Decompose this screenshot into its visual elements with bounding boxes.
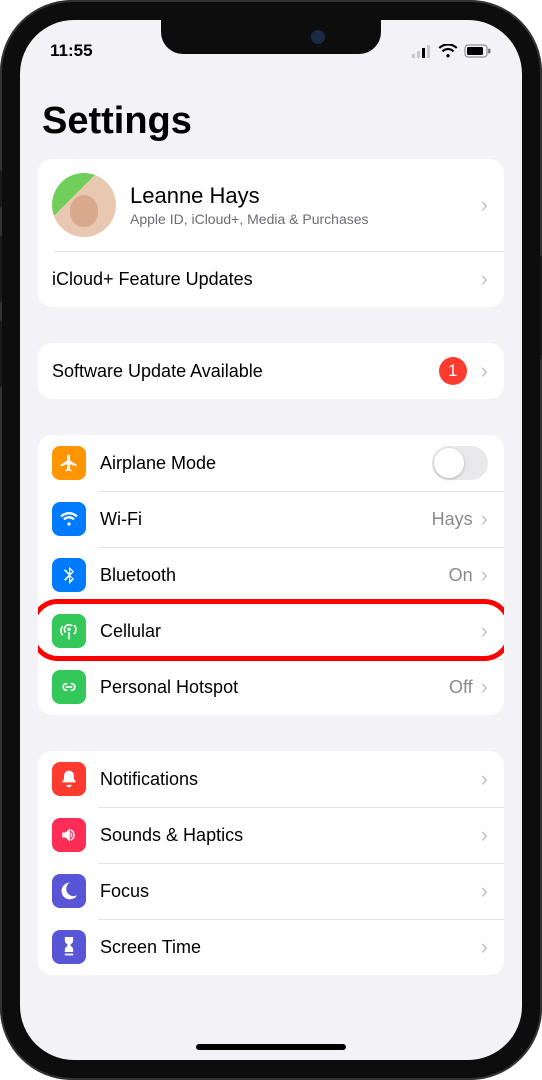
- hotspot-value: Off: [449, 677, 473, 698]
- chevron-right-icon: ›: [481, 674, 488, 700]
- chevron-right-icon: ›: [481, 822, 488, 848]
- wifi-row[interactable]: Wi-Fi Hays ›: [38, 491, 504, 547]
- profile-subtitle: Apple ID, iCloud+, Media & Purchases: [130, 211, 481, 227]
- bluetooth-icon: [52, 558, 86, 592]
- screen-time-row[interactable]: Screen Time ›: [38, 919, 504, 975]
- chevron-right-icon: ›: [481, 562, 488, 588]
- personal-hotspot-row[interactable]: Personal Hotspot Off ›: [38, 659, 504, 715]
- profile-group: Leanne Hays Apple ID, iCloud+, Media & P…: [38, 159, 504, 307]
- software-update-row[interactable]: Software Update Available 1 ›: [38, 343, 504, 399]
- apple-id-row[interactable]: Leanne Hays Apple ID, iCloud+, Media & P…: [38, 159, 504, 251]
- wifi-label: Wi-Fi: [100, 509, 432, 530]
- airplane-icon: [52, 446, 86, 480]
- icloud-feature-updates-row[interactable]: iCloud+ Feature Updates ›: [38, 251, 504, 307]
- device-notch: [161, 20, 381, 54]
- notifications-row[interactable]: Notifications ›: [38, 751, 504, 807]
- cellular-icon: [52, 614, 86, 648]
- chevron-right-icon: ›: [481, 934, 488, 960]
- focus-label: Focus: [100, 881, 481, 902]
- airplane-mode-row[interactable]: Airplane Mode: [38, 435, 504, 491]
- airplane-toggle[interactable]: [432, 446, 488, 480]
- bluetooth-row[interactable]: Bluetooth On ›: [38, 547, 504, 603]
- avatar: [52, 173, 116, 237]
- battery-icon: [464, 44, 492, 58]
- status-time: 11:55: [50, 41, 93, 61]
- cellular-label: Cellular: [100, 621, 481, 642]
- focus-row[interactable]: Focus ›: [38, 863, 504, 919]
- chevron-right-icon: ›: [481, 192, 488, 218]
- hotspot-label: Personal Hotspot: [100, 677, 449, 698]
- wifi-icon: [52, 502, 86, 536]
- general-group: Notifications › Sounds & Haptics › Focus…: [38, 751, 504, 975]
- chevron-right-icon: ›: [481, 358, 488, 384]
- notifications-icon: [52, 762, 86, 796]
- bluetooth-value: On: [449, 565, 473, 586]
- screen-time-icon: [52, 930, 86, 964]
- profile-name: Leanne Hays: [130, 183, 481, 209]
- home-indicator[interactable]: [196, 1044, 346, 1050]
- software-update-group: Software Update Available 1 ›: [38, 343, 504, 399]
- chevron-right-icon: ›: [481, 878, 488, 904]
- cellular-row[interactable]: Cellular ›: [38, 603, 504, 659]
- sounds-label: Sounds & Haptics: [100, 825, 481, 846]
- chevron-right-icon: ›: [481, 266, 488, 292]
- focus-icon: [52, 874, 86, 908]
- wifi-value: Hays: [432, 509, 473, 530]
- airplane-label: Airplane Mode: [100, 453, 432, 474]
- icloud-updates-label: iCloud+ Feature Updates: [52, 269, 481, 290]
- cellular-signal-icon: [412, 45, 432, 58]
- wifi-icon: [438, 44, 458, 58]
- chevron-right-icon: ›: [481, 766, 488, 792]
- screen-time-label: Screen Time: [100, 937, 481, 958]
- bluetooth-label: Bluetooth: [100, 565, 449, 586]
- hotspot-icon: [52, 670, 86, 704]
- sounds-row[interactable]: Sounds & Haptics ›: [38, 807, 504, 863]
- chevron-right-icon: ›: [481, 618, 488, 644]
- update-badge: 1: [439, 357, 467, 385]
- sounds-icon: [52, 818, 86, 852]
- notifications-label: Notifications: [100, 769, 481, 790]
- connectivity-group: Airplane Mode Wi-Fi Hays › Bluetooth: [38, 435, 504, 715]
- software-update-label: Software Update Available: [52, 361, 439, 382]
- page-title: Settings: [42, 100, 504, 143]
- chevron-right-icon: ›: [481, 506, 488, 532]
